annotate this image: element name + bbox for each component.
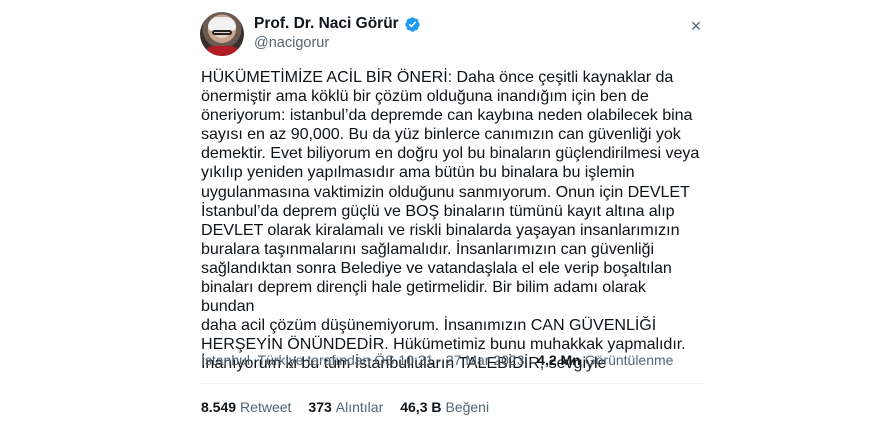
quotes-label: Alıntılar — [335, 399, 384, 415]
tweet-card: Prof. Dr. Naci Görür @nacigorur × HÜKÜME… — [0, 0, 880, 426]
quotes-count: 373 — [308, 399, 332, 415]
quotes-stat[interactable]: 373 Alıntılar — [308, 399, 383, 415]
likes-stat[interactable]: 46,3 B Beğeni — [400, 399, 489, 415]
close-icon[interactable]: × — [684, 14, 708, 38]
tweet-stats: 8.549 Retweet 373 Alıntılar 46,3 B Beğeni — [201, 399, 506, 415]
retweets-stat[interactable]: 8.549 Retweet — [201, 399, 291, 415]
meta-separator: · — [528, 352, 534, 368]
views-count: 4,2 Mn — [537, 352, 581, 368]
author-avatar[interactable] — [200, 12, 244, 56]
avatar-glasses — [212, 30, 232, 35]
tweet-location-time[interactable]: İstanbul, Türkiye tarafından ÖS 10:21 · … — [201, 352, 524, 368]
divider — [201, 383, 704, 384]
verified-badge-icon — [404, 16, 420, 32]
retweets-count: 8.549 — [201, 399, 237, 415]
avatar-shirt — [204, 46, 240, 56]
author-name-row: Prof. Dr. Naci Görür — [254, 14, 421, 34]
likes-label: Beğeni — [445, 399, 490, 415]
avatar-hair — [208, 17, 236, 31]
tweet-meta: İstanbul, Türkiye tarafından ÖS 10:21 · … — [201, 352, 673, 368]
retweets-label: Retweet — [240, 399, 292, 415]
author-name[interactable]: Prof. Dr. Naci Görür — [254, 15, 399, 33]
tweet-text: HÜKÜMETİMİZE ACİL BİR ÖNERİ: Daha önce ç… — [201, 68, 700, 373]
likes-count: 46,3 B — [400, 399, 442, 415]
views-label: Görüntülenme — [584, 352, 674, 368]
author-handle[interactable]: @nacigorur — [254, 35, 329, 51]
